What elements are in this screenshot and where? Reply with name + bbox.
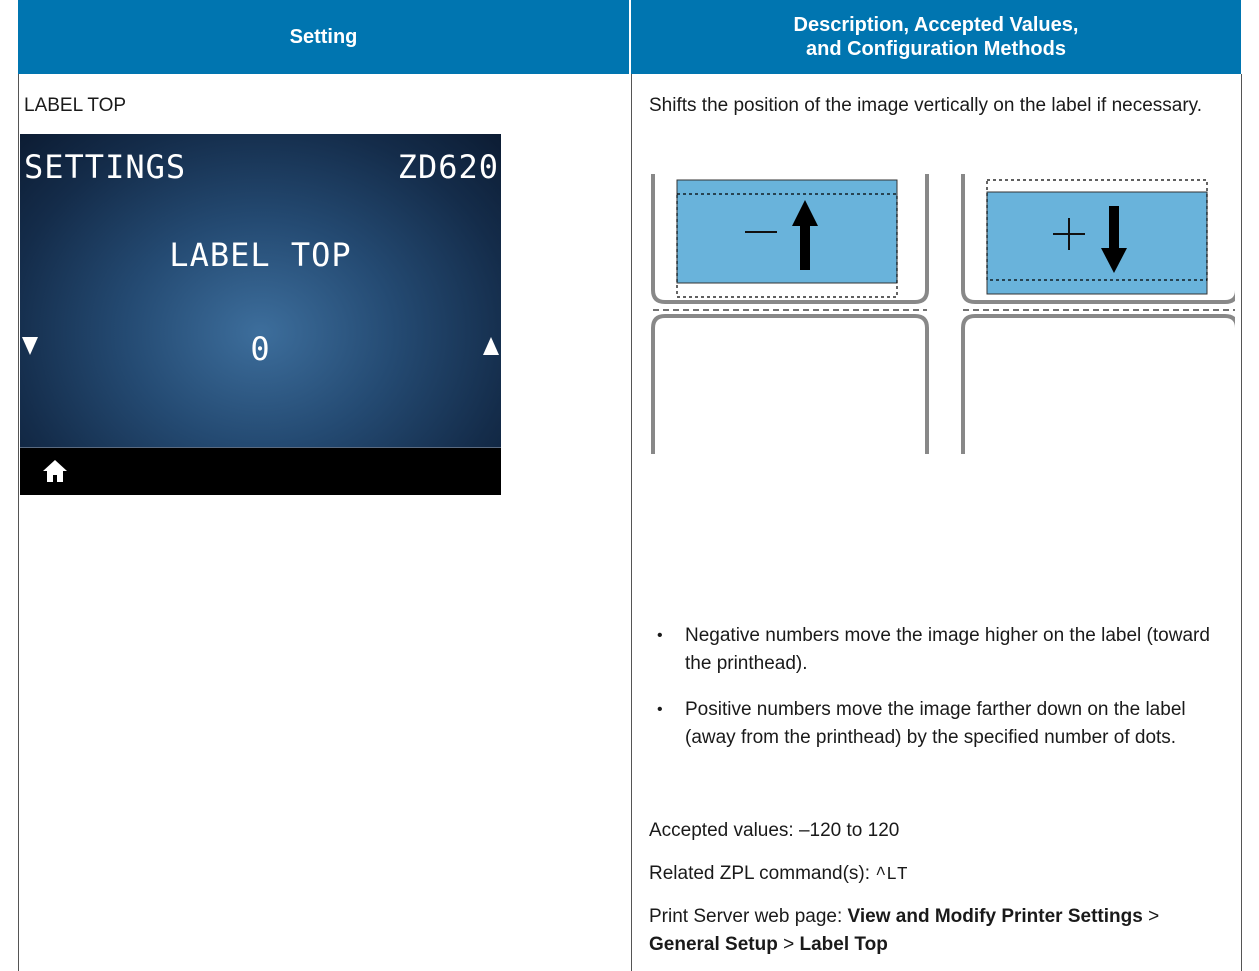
bullet-positive: Positive numbers move the image farther … [649,696,1229,752]
increase-arrow-icon [483,337,499,355]
header-setting-label: Setting [289,26,358,48]
print-server-path: Print Server web page: View and Modify P… [649,903,1234,959]
header-description-line2: and Configuration Methods [806,38,1066,60]
display-item-name: LABEL TOP [169,236,352,274]
web-path-label: Print Server web page: [649,906,843,927]
web-path-part-1: View and Modify Printer Settings [847,906,1143,927]
accepted-values: Accepted values: –120 to 120 [649,820,900,841]
table-border-right [1241,74,1242,971]
printer-display-screenshot: SETTINGS ZD620 LABEL TOP 0 [20,134,501,495]
header-setting: Setting [18,0,629,74]
header-description: Description, Accepted Values, and Config… [631,0,1241,74]
web-path-separator-1: > [1148,906,1160,927]
label-top-diagram [651,174,1235,454]
home-icon [43,460,67,482]
related-zpl-label: Related ZPL command(s): [649,863,871,884]
header-description-line1: Description, Accepted Values, [793,14,1079,36]
table-border-middle [631,74,632,971]
related-zpl: Related ZPL command(s): ^LT [649,860,908,889]
display-model: ZD620 [397,148,499,186]
description-intro: Shifts the position of the image vertica… [649,95,1203,116]
settings-table: Setting Description, Accepted Values, an… [0,0,1259,971]
web-path-separator-2: > [783,934,795,955]
setting-name: LABEL TOP [24,95,127,116]
description-bullets: Negative numbers move the image higher o… [649,622,1229,770]
display-bottom-bar [20,447,501,495]
positive-shift-diagram [961,174,1235,454]
related-zpl-command: ^LT [875,865,908,885]
web-path-part-3: Label Top [799,934,888,955]
display-menu-title: SETTINGS [24,148,187,186]
table-border-left [18,74,19,971]
display-value: 0 [250,330,271,368]
web-path-part-2: General Setup [649,934,778,955]
negative-shift-diagram [651,174,929,454]
bullet-negative: Negative numbers move the image higher o… [649,622,1229,678]
